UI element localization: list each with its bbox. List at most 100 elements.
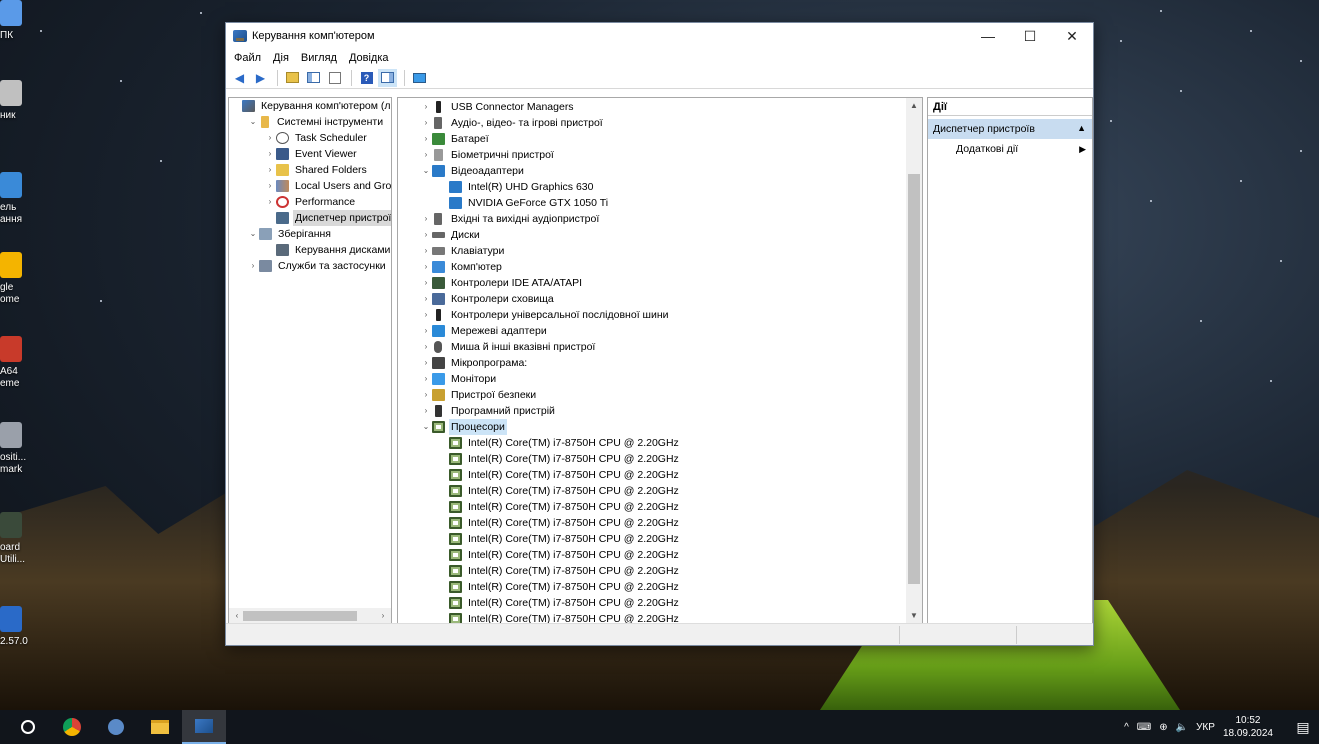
clock[interactable]: 10:52 18.09.2024	[1223, 714, 1273, 740]
collapsed-chevron-icon[interactable]: ›	[420, 339, 432, 355]
forward-arrow-icon[interactable]: ▶	[251, 69, 270, 87]
menu-view[interactable]: Вигляд	[301, 52, 337, 64]
search-icon[interactable]	[6, 710, 50, 744]
collapsed-chevron-icon[interactable]: ›	[264, 194, 276, 210]
desktop-icon[interactable]: gle ome	[0, 252, 30, 306]
tree-item[interactable]: Intel(R) Core(TM) i7-8750H CPU @ 2.20GHz	[398, 531, 922, 547]
horizontal-scrollbar[interactable]: ‹ ›	[229, 608, 391, 624]
file-explorer-icon[interactable]	[138, 710, 182, 744]
desktop-icon[interactable]: ПК	[0, 0, 30, 42]
collapsed-chevron-icon[interactable]: ›	[264, 178, 276, 194]
vertical-scrollbar[interactable]: ▲ ▼	[906, 98, 922, 624]
menu-action[interactable]: Дія	[273, 52, 289, 64]
tree-item[interactable]: › Комп'ютер	[398, 259, 922, 275]
action-more-actions[interactable]: Додаткові дії ▶	[928, 139, 1092, 159]
collapsed-chevron-icon[interactable]: ›	[264, 146, 276, 162]
tree-item[interactable]: Intel(R) Core(TM) i7-8750H CPU @ 2.20GHz	[398, 499, 922, 515]
show-action-pane-icon[interactable]	[378, 68, 397, 87]
collapse-up-icon[interactable]: ▲	[1077, 118, 1086, 138]
tree-item[interactable]: › Батареї	[398, 131, 922, 147]
collapsed-chevron-icon[interactable]: ›	[420, 131, 432, 147]
keyboard-icon[interactable]: ⌨	[1137, 722, 1151, 733]
scroll-thumb[interactable]	[908, 174, 920, 584]
action-device-manager[interactable]: Диспетчер пристроїв ▲	[928, 119, 1092, 139]
tree-item[interactable]: Intel(R) Core(TM) i7-8750H CPU @ 2.20GHz	[398, 451, 922, 467]
speaker-icon[interactable]: 🔈	[1176, 722, 1188, 733]
collapsed-chevron-icon[interactable]: ›	[420, 211, 432, 227]
tree-item[interactable]: › Вхідні та вихідні аудіопристрої	[398, 211, 922, 227]
scroll-right-icon[interactable]: ›	[375, 608, 391, 624]
tree-item[interactable]: › Програмний пристрій	[398, 403, 922, 419]
tree-item[interactable]: › Служби та застосунки	[229, 258, 391, 274]
desktop-icon[interactable]: oard Utili...	[0, 512, 30, 566]
tree-item[interactable]: ⌄ Відеоадаптери	[398, 163, 922, 179]
tree-item[interactable]: ⌄ Зберігання	[229, 226, 391, 242]
tree-item[interactable]: › Контролери IDE ATA/ATAPI	[398, 275, 922, 291]
tree-item[interactable]: Intel(R) Core(TM) i7-8750H CPU @ 2.20GHz	[398, 547, 922, 563]
scan-hardware-icon[interactable]	[410, 69, 429, 87]
minimize-button[interactable]: —	[967, 23, 1009, 49]
tree-item[interactable]: › Аудіо-, відео- та ігрові пристрої	[398, 115, 922, 131]
menu-file[interactable]: Файл	[234, 52, 261, 64]
help-icon[interactable]: ?	[357, 69, 376, 87]
tree-item[interactable]: Intel(R) UHD Graphics 630	[398, 179, 922, 195]
tree-item[interactable]: Intel(R) Core(TM) i7-8750H CPU @ 2.20GHz	[398, 563, 922, 579]
tree-item[interactable]: › Task Scheduler	[229, 130, 391, 146]
tree-item[interactable]: Intel(R) Core(TM) i7-8750H CPU @ 2.20GHz	[398, 435, 922, 451]
chevron-up-icon[interactable]: ^	[1124, 722, 1129, 733]
desktop-icon[interactable]: ник	[0, 80, 30, 122]
menu-help[interactable]: Довідка	[349, 52, 389, 64]
tree-item[interactable]: NVIDIA GeForce GTX 1050 Ti	[398, 195, 922, 211]
collapsed-chevron-icon[interactable]: ›	[420, 323, 432, 339]
tree-item[interactable]: Керування комп'ютером (лока	[229, 98, 391, 114]
collapsed-chevron-icon[interactable]: ›	[420, 387, 432, 403]
computer-management-taskbar-icon[interactable]	[182, 710, 226, 744]
desktop-icon[interactable]: ositi... mark	[0, 422, 30, 476]
tree-item[interactable]: › USB Connector Managers	[398, 99, 922, 115]
expanded-chevron-icon[interactable]: ⌄	[420, 419, 432, 435]
tree-item[interactable]: › Local Users and Groups	[229, 178, 391, 194]
tree-item[interactable]: › Мікропрограма:	[398, 355, 922, 371]
collapsed-chevron-icon[interactable]: ›	[420, 147, 432, 163]
up-folder-icon[interactable]	[283, 69, 302, 87]
tree-item[interactable]: › Контролери сховища	[398, 291, 922, 307]
notifications-icon[interactable]: ▤	[1287, 719, 1319, 736]
app-icon[interactable]	[94, 710, 138, 744]
navigation-tree-pane[interactable]: Керування комп'ютером (лока⌄Системні інс…	[228, 97, 392, 625]
title-bar[interactable]: Керування комп'ютером — ☐ ✕	[226, 23, 1093, 49]
tree-item[interactable]: › Performance	[229, 194, 391, 210]
tree-item[interactable]: › Мережеві адаптери	[398, 323, 922, 339]
collapsed-chevron-icon[interactable]: ›	[264, 130, 276, 146]
expanded-chevron-icon[interactable]: ⌄	[247, 114, 259, 130]
tree-item[interactable]: › Біометричні пристрої	[398, 147, 922, 163]
tree-item[interactable]: Intel(R) Core(TM) i7-8750H CPU @ 2.20GHz	[398, 483, 922, 499]
network-globe-icon[interactable]: ⊕	[1159, 722, 1167, 733]
tree-item[interactable]: Диспетчер пристроїв	[229, 210, 391, 226]
tree-item[interactable]: › Shared Folders	[229, 162, 391, 178]
scroll-up-icon[interactable]: ▲	[906, 98, 922, 114]
collapsed-chevron-icon[interactable]: ›	[247, 258, 259, 274]
tree-item[interactable]: ⌄ Процесори	[398, 419, 922, 435]
tree-item[interactable]: › Диски	[398, 227, 922, 243]
collapsed-chevron-icon[interactable]: ›	[420, 371, 432, 387]
expanded-chevron-icon[interactable]: ⌄	[420, 163, 432, 179]
collapsed-chevron-icon[interactable]: ›	[420, 403, 432, 419]
back-arrow-icon[interactable]: ◀	[230, 69, 249, 87]
collapsed-chevron-icon[interactable]: ›	[420, 115, 432, 131]
tree-item[interactable]: › Event Viewer	[229, 146, 391, 162]
tree-item[interactable]: › Монітори	[398, 371, 922, 387]
chrome-icon[interactable]	[50, 710, 94, 744]
desktop-icon[interactable]: 2.57.0	[0, 606, 30, 648]
tree-item[interactable]: Керування дисками	[229, 242, 391, 258]
maximize-button[interactable]: ☐	[1009, 23, 1051, 49]
collapsed-chevron-icon[interactable]: ›	[420, 243, 432, 259]
tree-item[interactable]: › Миша й інші вказівні пристрої	[398, 339, 922, 355]
scroll-thumb[interactable]	[243, 611, 357, 621]
device-tree-pane[interactable]: › USB Connector Managers › Аудіо-, відео- т…	[397, 97, 923, 625]
collapsed-chevron-icon[interactable]: ›	[420, 275, 432, 291]
collapsed-chevron-icon[interactable]: ›	[420, 259, 432, 275]
collapsed-chevron-icon[interactable]: ›	[420, 227, 432, 243]
properties-icon[interactable]	[325, 69, 344, 87]
tree-item[interactable]: › Пристрої безпеки	[398, 387, 922, 403]
language-indicator[interactable]: УКР	[1196, 722, 1215, 733]
